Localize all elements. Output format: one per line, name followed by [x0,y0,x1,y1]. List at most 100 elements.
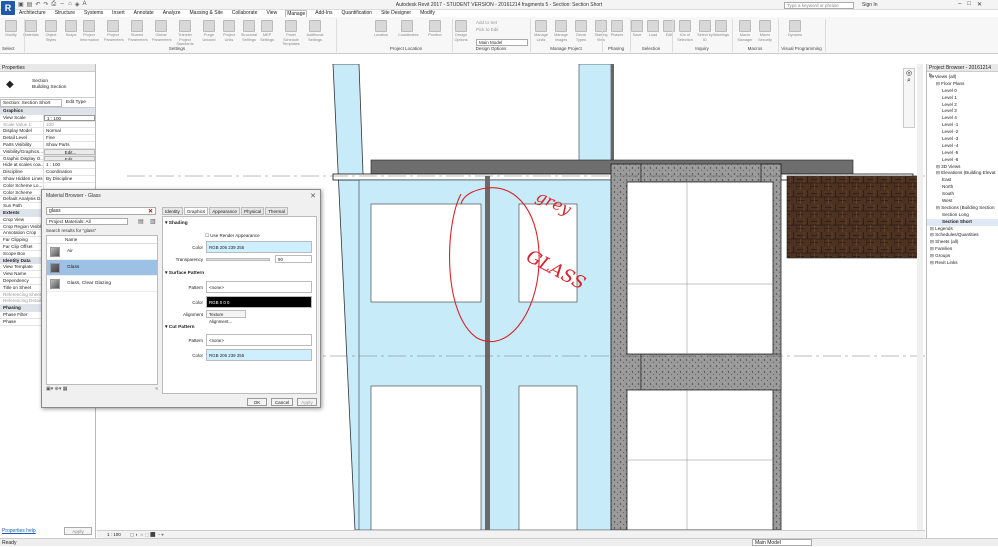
browser-item-south[interactable]: South [927,191,998,198]
browser-item-legends[interactable]: ⊟ Legends [927,226,998,233]
cancel-button[interactable]: Cancel [271,398,293,406]
mep-settings-button[interactable]: MEP Settings [258,20,276,42]
transparency-value[interactable]: 90 [275,255,312,263]
shared-parameters-button[interactable]: Shared Parameters [128,20,148,42]
browser-item-views-all[interactable]: ⊟ Views (all) [927,74,998,81]
use-render-appearance-checkbox[interactable]: ☐ Use Render Appearance [205,233,260,239]
properties-help-link[interactable]: Properties help [2,528,36,534]
property-value[interactable]: Coordination [44,169,95,175]
tab-collaborate[interactable]: Collaborate [231,10,259,17]
panel-icon[interactable]: ▦ [63,386,68,392]
active-workset[interactable]: Main Model [752,539,812,546]
cut-color-swatch[interactable]: RGB 206 239 255 [206,349,312,361]
browser-item-north[interactable]: North [927,184,998,191]
tab-structure[interactable]: Structure [54,10,76,17]
show-hide-library-icon[interactable]: ▥ [150,218,156,225]
close-icon[interactable]: ✕ [977,1,982,8]
browser-item-level-3[interactable]: Level -3 [927,136,998,143]
surface-color-swatch[interactable]: RGB 0 0 0 [206,296,312,308]
browser-item-revit-links[interactable]: ⊟ Revit Links [927,260,998,267]
help-search-input[interactable]: Type a keyword or phrase [784,2,854,9]
transparency-slider[interactable] [206,258,270,261]
close-icon[interactable]: ✕ [310,192,316,200]
tab-massing-site[interactable]: Massing & Site [189,10,224,17]
tab-site-designer[interactable]: Site Designer [380,10,412,17]
library-icon[interactable]: ▣▾ [46,386,53,392]
additional-settings-button[interactable]: Additional Settings [306,20,324,42]
phases-button[interactable]: Phases [608,20,626,38]
browser-item-level-1[interactable]: Level 1 [927,95,998,102]
property-value[interactable]: Edit... [44,155,95,162]
property-row[interactable]: Discipline Coordination [0,169,95,176]
steering-wheel-icon[interactable]: ◎ [904,69,914,77]
browser-item-level-2[interactable]: Level -2 [927,129,998,136]
position-button[interactable]: Position [426,20,444,38]
manage-links-button[interactable]: Manage Links [532,20,550,42]
tab-view[interactable]: View [265,10,278,17]
purge-unused-button[interactable]: Purge Unused [200,20,218,42]
browser-item-east[interactable]: East [927,177,998,184]
apply-button[interactable]: Apply [64,527,92,535]
browser-item-sheets-all[interactable]: ⊟ Sheets (all) [927,239,998,246]
type-selector[interactable]: ◆ Section Building Section [0,72,95,98]
property-row[interactable]: Hide at scales coa... 1 : 100 [0,162,95,170]
property-value[interactable]: 100 [44,122,95,128]
surface-pattern-section-title[interactable]: ▾ Surface Pattern [165,271,204,276]
property-row[interactable]: Detail Level Fine [0,135,95,142]
material-item-air[interactable]: Air [47,244,157,260]
texture-alignment-button[interactable]: Texture Alignment... [206,310,246,324]
minimize-icon[interactable]: – [958,1,961,8]
manage-images-button[interactable]: Manage Images [552,20,570,42]
material-item-glass-clear-glazing[interactable]: Glass, Clear Glazing [47,276,157,292]
instance-selector[interactable]: Section: Section Short [0,98,62,107]
canvas-scrollbar[interactable] [917,64,923,530]
sign-in-link[interactable]: Sign In [862,2,878,8]
property-value[interactable]: Normal [44,128,95,134]
object-styles-button[interactable]: Object Styles [42,20,60,42]
property-row[interactable]: Visibility/Graphics... Edit... [0,148,95,156]
tab-analyze[interactable]: Analyze [162,10,182,17]
tab-manage[interactable]: Manage [285,10,308,17]
property-value[interactable]: By Discipline [44,176,95,182]
list-view-icon[interactable]: ▤ [138,218,144,225]
property-value[interactable]: 1 : 100 [44,162,95,168]
decal-types-button[interactable]: Decal Types [572,20,590,42]
browser-item-schedules-quantities[interactable]: ⊟ Schedules/Quantities [927,232,998,239]
tab-physical[interactable]: Physical [240,207,265,215]
tab-identity[interactable]: Identity [162,207,183,215]
property-value[interactable]: Show Parts [44,142,95,148]
property-value[interactable] [44,183,95,189]
cut-pattern-field[interactable]: <none> [206,334,312,346]
tab-quantification[interactable]: Quantification [341,10,374,17]
browser-item-floor-plans[interactable]: ⊟ Floor Plans [927,81,998,88]
cut-pattern-section-title[interactable]: ▾ Cut Pattern [165,325,195,330]
browser-item-section-short[interactable]: Section Short [927,218,998,226]
property-category[interactable]: Graphics [0,108,95,115]
browser-item-section-long[interactable]: Section Long [927,212,998,219]
project-units-button[interactable]: Project Units [220,20,238,42]
design-option-pick-to-edit[interactable]: Pick to Edit [476,27,499,32]
view-scale[interactable]: 1 : 100 [107,532,121,537]
property-row[interactable]: Show Hidden Lines By Discipline [0,175,95,183]
dynamo-button[interactable]: Dynamo [786,20,804,38]
structural-settings-button[interactable]: Structural Settings [240,20,258,42]
view-controls-icons[interactable]: ▢ ◐ ☼ ⬚ ⬛ ◔ ⌖ [130,532,164,537]
tab-insert[interactable]: Insert [111,10,126,17]
macro-security-button[interactable]: Macro Security [756,20,774,42]
browser-item-families[interactable]: ⊟ Families [927,246,998,253]
maximize-icon[interactable]: □ [967,1,971,8]
browser-item-level-3[interactable]: Level 3 [927,108,998,115]
ok-button[interactable]: OK [247,398,267,406]
zoom-icon[interactable]: ⌕ [904,77,914,85]
tab-annotate[interactable]: Annotate [133,10,155,17]
global-parameters-button[interactable]: Global Parameters [152,20,172,42]
transfer-project-standards-button[interactable]: Transfer Project Standards [176,20,194,47]
surface-pattern-field[interactable]: <none> [206,281,312,293]
browser-item-groups[interactable]: ⊟ Groups [927,253,998,260]
collapse-icon[interactable]: « [155,386,158,392]
panel-schedule-templates-button[interactable]: Panel Schedule Templates [282,20,300,47]
create-material-icon[interactable]: ⊕▾ [55,386,62,392]
name-column-header[interactable]: Name [47,236,157,244]
design-options-button[interactable]: Design Options [452,20,470,42]
tab-modify[interactable]: Modify [419,10,436,17]
